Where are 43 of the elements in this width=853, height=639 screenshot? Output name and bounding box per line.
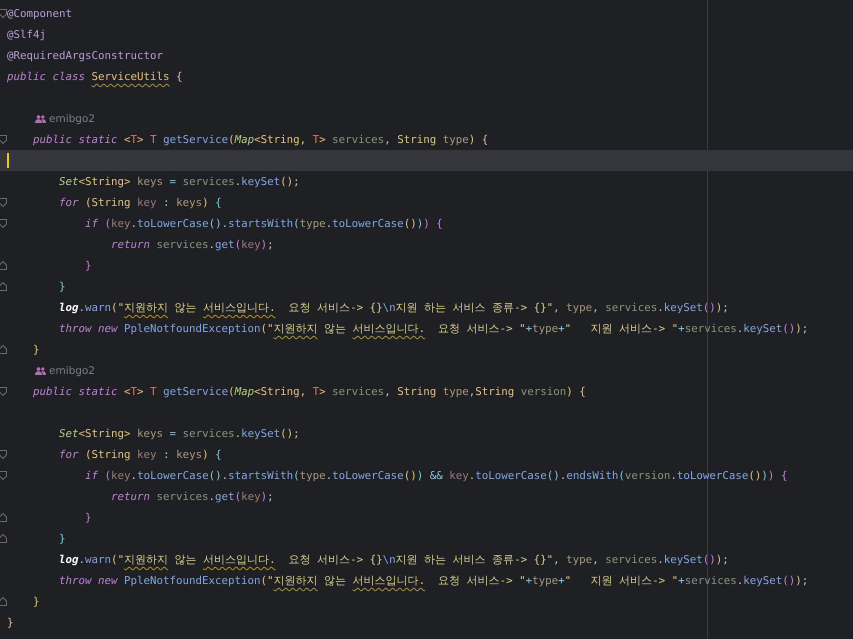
author-hint[interactable]: emibgo2 — [49, 112, 96, 124]
fold-icon[interactable] — [0, 198, 7, 207]
code-line: @Component — [7, 6, 72, 22]
code-line: } — [84, 510, 92, 526]
code-line: log.warn("지원하지 않는 서비스입니다. 요청 서비스-> {}\n지원 하는 서비스 종류-> {}", type, services.keySet()); — [58, 552, 729, 568]
fold-icon[interactable] — [0, 450, 7, 459]
fold-icon[interactable] — [0, 261, 7, 270]
code-line: throw new PpleNotfoundException("지원하지 않는 서비스입니다. 요청 서비스-> "+type+" 지원 서비스-> "+services.keySet()); — [58, 573, 808, 589]
code-line: public static <T> T getService(Map<String, T> services, String type) { — [32, 132, 488, 148]
code-line: return services.get(key); — [110, 237, 274, 253]
fold-icon[interactable] — [0, 135, 7, 144]
fold-icon[interactable] — [0, 9, 7, 18]
fold-icon[interactable] — [0, 387, 7, 396]
people-icon — [35, 366, 46, 374]
code-line: } — [58, 531, 66, 547]
code-line: } — [32, 594, 40, 610]
code-line: Set<String> keys = services.keySet(); — [58, 426, 300, 442]
fold-icon[interactable] — [0, 219, 7, 228]
fold-icon[interactable] — [0, 282, 7, 291]
code-line: if (key.toLowerCase().startsWith(type.toLowerCase()) && key.toLowerCase().endsWith(version.toLowerCase())) { — [84, 468, 788, 484]
code-line: return services.get(key); — [110, 489, 274, 505]
code-line: } — [7, 615, 14, 631]
code-line: } — [32, 342, 40, 358]
fold-icon[interactable] — [0, 345, 7, 354]
fold-icon[interactable] — [0, 597, 7, 606]
fold-icon[interactable] — [0, 471, 7, 480]
fold-icon[interactable] — [0, 513, 7, 522]
fold-icon[interactable] — [0, 534, 7, 543]
people-icon — [35, 114, 46, 122]
code-line: @RequiredArgsConstructor — [7, 48, 164, 64]
code-line: public static <T> T getService(Map<String, T> services, String type,String version) { — [32, 384, 586, 400]
author-hint[interactable]: emibgo2 — [49, 364, 96, 376]
code-line: log.warn("지원하지 않는 서비스입니다. 요청 서비스-> {}\n지원 하는 서비스 종류-> {}", type, services.keySet()); — [58, 300, 729, 316]
code-line: Set<String> keys = services.keySet(); — [58, 174, 300, 190]
code-line: @Slf4j — [7, 27, 46, 43]
code-line: public class ServiceUtils { — [7, 69, 183, 85]
code-line: for (String key : keys) { — [58, 195, 222, 211]
code-line: if (key.toLowerCase().startsWith(type.toLowerCase())) { — [84, 216, 443, 232]
code-line: } — [84, 258, 92, 274]
code-line: throw new PpleNotfoundException("지원하지 않는 서비스입니다. 요청 서비스-> "+type+" 지원 서비스-> "+services.keySet()); — [58, 321, 808, 337]
code-line: for (String key : keys) { — [58, 447, 222, 463]
code-line: } — [58, 279, 66, 295]
text-cursor — [7, 153, 9, 168]
